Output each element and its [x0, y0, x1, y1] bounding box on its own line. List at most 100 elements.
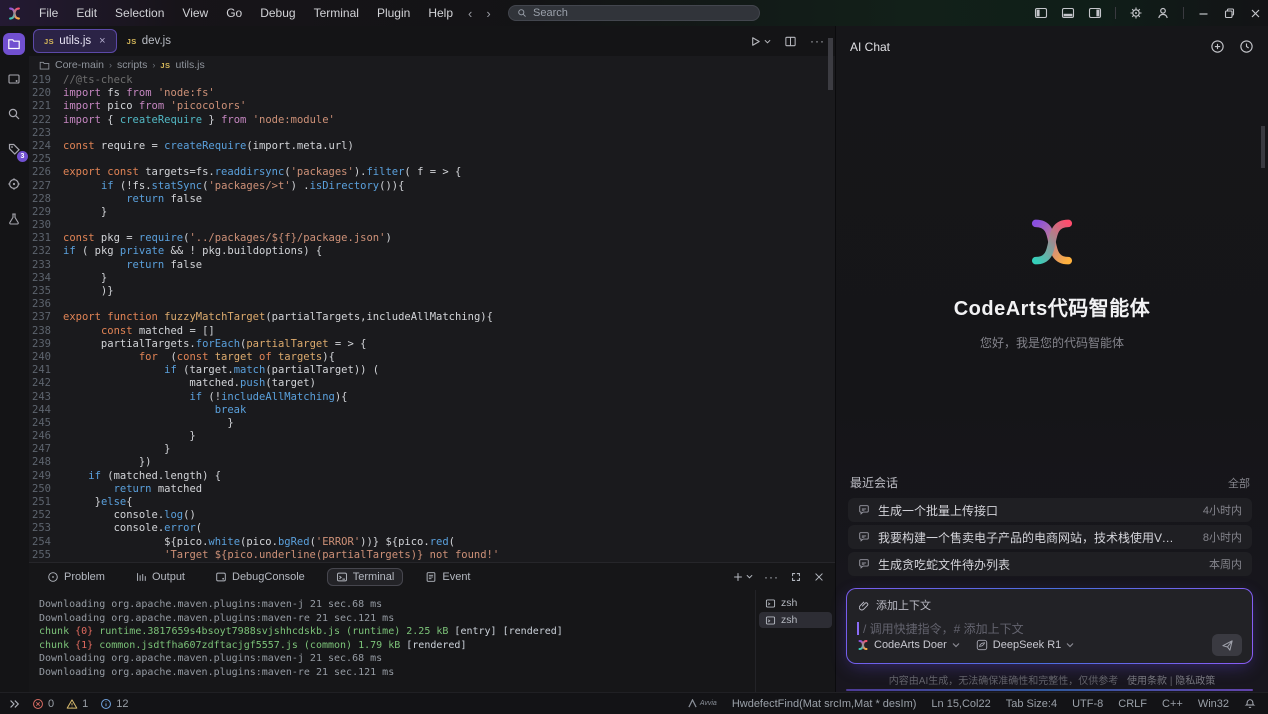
new-chat-icon[interactable]	[1210, 39, 1225, 54]
maximize-panel-icon[interactable]	[790, 571, 802, 583]
panel-tab-debugconsole[interactable]: DebugConsole	[207, 569, 313, 585]
conversation-title: 生成贪吃蛇文件待办列表	[878, 556, 1010, 573]
status-eol[interactable]: CRLF	[1118, 698, 1147, 710]
panel-tab-output[interactable]: Output	[127, 569, 193, 585]
tab-utils.js[interactable]: JS utils.js ×	[33, 29, 117, 53]
chat-input-card[interactable]: 添加上下文 / 调用快捷指令，# 添加上下文 CodeArts Doer Dee…	[846, 588, 1253, 664]
line-number: 255	[29, 549, 63, 562]
terms-link[interactable]: 使用条款	[1127, 676, 1167, 687]
split-editor-icon[interactable]	[784, 35, 797, 48]
more-actions-icon[interactable]: ···	[810, 34, 825, 48]
line-number: 229	[29, 206, 63, 219]
menu-item-terminal[interactable]: Terminal	[305, 0, 368, 26]
conversation-item[interactable]: 生成贪吃蛇文件待办列表本周内	[848, 552, 1252, 576]
history-icon[interactable]	[1239, 39, 1254, 54]
warning-icon	[66, 698, 78, 710]
debug-activity-button[interactable]	[3, 173, 25, 195]
back-icon[interactable]: ‹	[468, 6, 472, 21]
breadcrumb-item[interactable]: scripts	[117, 59, 147, 71]
menu-item-view[interactable]: View	[173, 0, 217, 26]
search-activity-button[interactable]	[3, 103, 25, 125]
errors-indicator[interactable]: 0	[32, 698, 54, 710]
code-text: if (!includeAllMatching){	[63, 391, 348, 404]
line-number: 246	[29, 430, 63, 443]
close-panel-icon[interactable]	[813, 571, 825, 583]
js-file-icon: JS	[44, 37, 54, 46]
code-line: 240 for (const target of targets){	[29, 351, 835, 364]
code-line: 231const pkg = require('../packages/${f}…	[29, 232, 835, 245]
settings-gear-icon[interactable]	[1129, 6, 1143, 20]
test-flask-activity-button[interactable]	[3, 208, 25, 230]
infos-indicator[interactable]: 12	[100, 698, 128, 710]
code-line: 247 }	[29, 443, 835, 456]
breadcrumb-item[interactable]: utils.js	[176, 59, 205, 71]
send-button[interactable]	[1212, 634, 1242, 656]
layout-sidebar-left-icon[interactable]	[1034, 6, 1048, 20]
remote-indicator-icon[interactable]	[8, 698, 20, 710]
menu-item-file[interactable]: File	[30, 0, 67, 26]
chat-scrollbar[interactable]	[1261, 126, 1265, 168]
menu-item-edit[interactable]: Edit	[67, 0, 106, 26]
panel-tab-bar: Problem Output DebugConsole Terminal Event	[29, 563, 835, 590]
status-cursor-position[interactable]: Ln 15,Col22	[931, 698, 990, 710]
forward-icon[interactable]: ›	[486, 6, 490, 21]
terminal-session-zsh[interactable]: zsh	[759, 595, 832, 611]
menu-item-help[interactable]: Help	[419, 0, 462, 26]
menu-item-go[interactable]: Go	[217, 0, 251, 26]
more-actions-icon[interactable]: ···	[764, 570, 779, 584]
code-text: console.log()	[63, 509, 196, 522]
status-language[interactable]: C++	[1162, 698, 1183, 710]
tab-dev.js[interactable]: JSdev.js	[117, 29, 181, 53]
folder-icon	[39, 60, 50, 71]
code-text: partialTargets.forEach(partialTarget = >…	[63, 338, 366, 351]
menu-item-selection[interactable]: Selection	[106, 0, 173, 26]
search-input[interactable]: Search	[508, 5, 760, 21]
line-number: 250	[29, 483, 63, 496]
breadcrumb: Core-main › scripts › JS utils.js	[29, 56, 835, 74]
panel-tab-problem[interactable]: Problem	[39, 569, 113, 585]
layout-panel-icon[interactable]	[1061, 6, 1075, 20]
restore-button[interactable]	[1223, 7, 1236, 20]
privacy-link[interactable]: 隐私政策	[1175, 676, 1215, 687]
status-platform[interactable]: Win32	[1198, 698, 1229, 710]
run-button[interactable]	[749, 35, 771, 48]
conversation-item[interactable]: 生成一个批量上传接口4小时内	[848, 498, 1252, 522]
panel-tab-event[interactable]: Event	[417, 569, 478, 585]
chevron-down-icon	[952, 641, 960, 649]
line-number: 220	[29, 87, 63, 100]
editor-layout-activity-button[interactable]	[3, 68, 25, 90]
status-tab-size[interactable]: Tab Size:4	[1006, 698, 1057, 710]
warnings-indicator[interactable]: 1	[66, 698, 88, 710]
recent-all-link[interactable]: 全部	[1228, 475, 1250, 491]
account-icon[interactable]	[1156, 6, 1170, 20]
code-text: }	[63, 272, 107, 285]
terminal-session-zsh[interactable]: zsh	[759, 612, 832, 628]
new-terminal-button[interactable]	[732, 571, 753, 583]
close-tab-icon[interactable]: ×	[99, 35, 105, 47]
breadcrumb-item[interactable]: Core-main	[55, 59, 104, 71]
panel-tab-terminal[interactable]: Terminal	[327, 568, 404, 586]
code-text: for (const target of targets){	[63, 351, 335, 364]
tab-label: utils.js	[59, 35, 91, 47]
notifications-bell-icon[interactable]	[1244, 698, 1256, 710]
terminal-output[interactable]: Downloading org.apache.maven.plugins:mav…	[29, 590, 755, 692]
layout-sidebar-right-icon[interactable]	[1088, 6, 1102, 20]
explorer-activity-button[interactable]	[3, 33, 25, 55]
minimize-button[interactable]	[1197, 7, 1210, 20]
editor-scrollbar[interactable]	[828, 38, 833, 90]
conversation-item[interactable]: 我要构建一个售卖电子产品的电商网站，技术栈使用Vue 3 + Element U…	[848, 525, 1252, 549]
code-line: 254 ${pico.white(pico.bgRed('ERROR'))} $…	[29, 536, 835, 549]
code-editor[interactable]: 219//@ts-check220import fs from 'node:fs…	[29, 74, 835, 562]
status-symbol[interactable]: HwdefectFind(Mat srcIm,Mat * desIm)	[732, 698, 917, 710]
code-text: //@ts-check	[63, 74, 133, 87]
status-encoding[interactable]: UTF-8	[1072, 698, 1103, 710]
tags-activity-button[interactable]: 3	[3, 138, 25, 160]
model-selector[interactable]: DeepSeek R1	[976, 639, 1075, 651]
agent-selector[interactable]: CodeArts Doer	[857, 639, 960, 651]
add-context-button[interactable]: 添加上下文	[876, 597, 931, 613]
menu-item-debug[interactable]: Debug	[251, 0, 304, 26]
menu-item-plugin[interactable]: Plugin	[368, 0, 419, 26]
brand-icon	[688, 699, 697, 708]
close-button[interactable]	[1249, 7, 1262, 20]
code-line: 232if ( pkg private && ! pkg.buildoption…	[29, 245, 835, 258]
